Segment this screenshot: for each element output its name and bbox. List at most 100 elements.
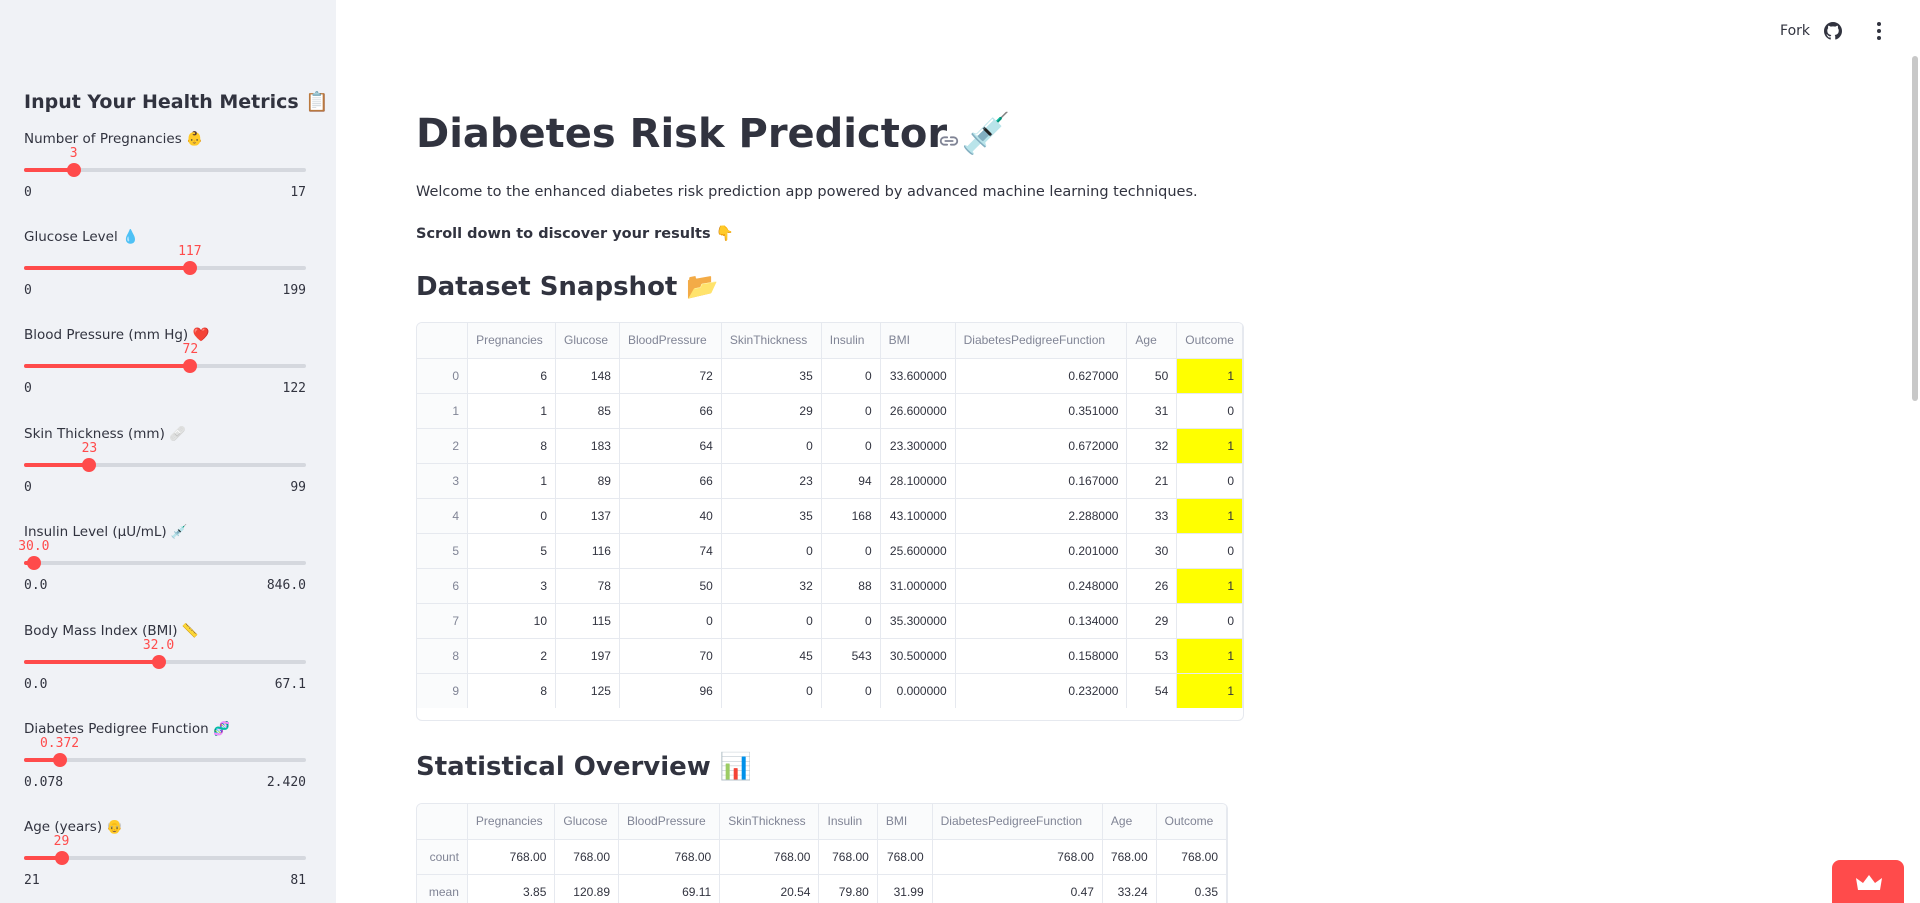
slider-max: 2.420 [266,775,306,790]
table-row[interactable]: mean 3.85 120.89 69.11 20.54 79.80 31.99 0.47 33… [417,874,1227,903]
table-cell: 5 [467,533,556,569]
row-index: mean [417,874,468,903]
table-cell: 26 [1126,568,1178,604]
table-row[interactable]: count 768.00 768.00 768.00 768.00 768.00 768.0… [417,839,1227,875]
link-anchor-icon[interactable] [938,130,960,152]
column-header[interactable]: BMI [877,804,933,840]
table-cell: 0.627000 [955,358,1128,394]
github-icon[interactable] [1824,22,1842,40]
table-cell: 768.00 [554,839,619,875]
slider-block: Age (years) 👴 29 21 81 [24,819,306,903]
row-index: 7 [417,603,469,639]
column-header[interactable]: Age [1126,323,1178,359]
table-cell: 79.80 [818,874,878,903]
table-row[interactable]: 3 1 89 66 23 94 28.100000 0.167000 21 0 [417,463,1243,499]
table-cell: 8 [467,673,556,708]
column-header[interactable] [417,804,468,840]
column-header[interactable]: Outcome [1156,804,1227,840]
slider-block: Blood Pressure (mm Hg) ❤️ 72 0 122 [24,327,306,417]
slider-thumb[interactable] [82,458,97,472]
column-header[interactable]: BMI [880,323,956,359]
slider-block: Number of Pregnancies 👶 3 0 17 [24,131,306,221]
table-cell: 0.672000 [955,428,1128,464]
slider-label: Age (years) 👴 [24,819,124,835]
table-cell: 0 [619,603,722,639]
slider-block: Diabetes Pedigree Function 🧬 0.372 0.078 2.… [24,721,306,811]
slider-track[interactable] [24,753,306,767]
slider-track[interactable] [24,261,306,275]
slider-track[interactable] [24,359,306,373]
table-cell: 50 [1126,358,1178,394]
column-header[interactable]: SkinThickness [721,323,822,359]
column-header[interactable]: DiabetesPedigreeFunction [955,323,1128,359]
slider-track[interactable] [24,163,306,177]
column-header[interactable]: DiabetesPedigreeFunction [932,804,1103,840]
column-header[interactable]: Outcome [1176,323,1243,359]
column-header[interactable]: Glucose [554,804,619,840]
slider-track[interactable] [24,655,306,669]
table-cell: 0 [821,393,881,429]
table-cell: 1 [1176,498,1243,534]
table-row[interactable]: 5 5 116 74 0 0 25.600000 0.201000 30 0 [417,533,1243,569]
dataset-table[interactable]: Pregnancies Glucose BloodPressure SkinThick… [416,322,1244,721]
slider-thumb[interactable] [183,359,198,373]
table-cell: 0.167000 [955,463,1128,499]
column-header[interactable]: BloodPressure [619,323,722,359]
table-cell: 2.288000 [955,498,1128,534]
column-header[interactable]: SkinThickness [719,804,820,840]
column-header[interactable]: Age [1102,804,1157,840]
slider-thumb[interactable] [66,163,81,177]
stats-table[interactable]: Pregnancies Glucose BloodPressure SkinThick… [416,803,1228,903]
table-cell: 0.134000 [955,603,1128,639]
slider-thumb[interactable] [26,556,41,570]
table-row[interactable]: 9 8 125 96 0 0 0.000000 0.232000 54 1 [417,673,1243,708]
slider-track[interactable] [24,851,306,865]
column-header[interactable]: Pregnancies [467,804,556,840]
table-row[interactable]: 6 3 78 50 32 88 31.000000 0.248000 26 1 [417,568,1243,604]
column-header[interactable]: Pregnancies [467,323,556,359]
column-header[interactable]: Insulin [821,323,881,359]
kebab-menu-icon[interactable] [1874,20,1884,42]
slider-thumb[interactable] [151,655,166,669]
table-cell: 0 [821,673,881,708]
column-header[interactable]: Insulin [818,804,878,840]
table-row[interactable]: 7 10 115 0 0 0 35.300000 0.134000 29 0 [417,603,1243,639]
table-cell: 768.00 [877,839,933,875]
table-row[interactable]: 0 6 148 72 35 0 33.600000 0.627000 50 1 [417,358,1243,394]
table-cell: 35 [721,358,822,394]
slider-thumb[interactable] [54,851,69,865]
table-cell: 768.00 [818,839,878,875]
slider-thumb[interactable] [52,753,67,767]
table-cell: 0.000000 [880,673,956,708]
fork-link[interactable]: Fork [1780,23,1810,39]
slider-value: 72 [182,342,199,357]
streamlit-badge[interactable] [1832,860,1904,903]
slider-track[interactable] [24,556,306,570]
table-cell: 8 [467,428,556,464]
table-cell: 183 [555,428,620,464]
table-row[interactable]: 1 1 85 66 29 0 26.600000 0.351000 31 0 [417,393,1243,429]
slider-value: 0.372 [39,736,80,751]
table-cell: 85 [555,393,620,429]
slider-block: Body Mass Index (BMI) 📏 32.0 0.0 67.1 [24,623,306,713]
table-cell: 0.47 [932,874,1103,903]
column-header[interactable] [417,323,469,359]
table-row[interactable]: 2 8 183 64 0 0 23.300000 0.672000 32 1 [417,428,1243,464]
slider-thumb[interactable] [182,261,197,275]
page-scrollbar[interactable] [1912,56,1918,401]
table-cell: 0 [721,533,822,569]
slider-track[interactable] [24,458,306,472]
table-cell: 125 [555,673,620,708]
slider-label: Skin Thickness (mm) 🩹 [24,426,186,442]
table-cell: 94 [821,463,881,499]
slider-value: 3 [69,146,78,161]
table-cell: 1 [1176,568,1243,604]
table-row[interactable]: 8 2 197 70 45 543 30.500000 0.158000 53 1 [417,638,1243,674]
table-cell: 28.100000 [880,463,956,499]
column-header[interactable]: Glucose [555,323,620,359]
column-header[interactable]: BloodPressure [618,804,721,840]
table-row[interactable]: 4 0 137 40 35 168 43.100000 2.288000 33 1 [417,498,1243,534]
table-cell: 31.000000 [880,568,956,604]
table-cell: 768.00 [1102,839,1157,875]
row-index: 9 [417,673,469,708]
